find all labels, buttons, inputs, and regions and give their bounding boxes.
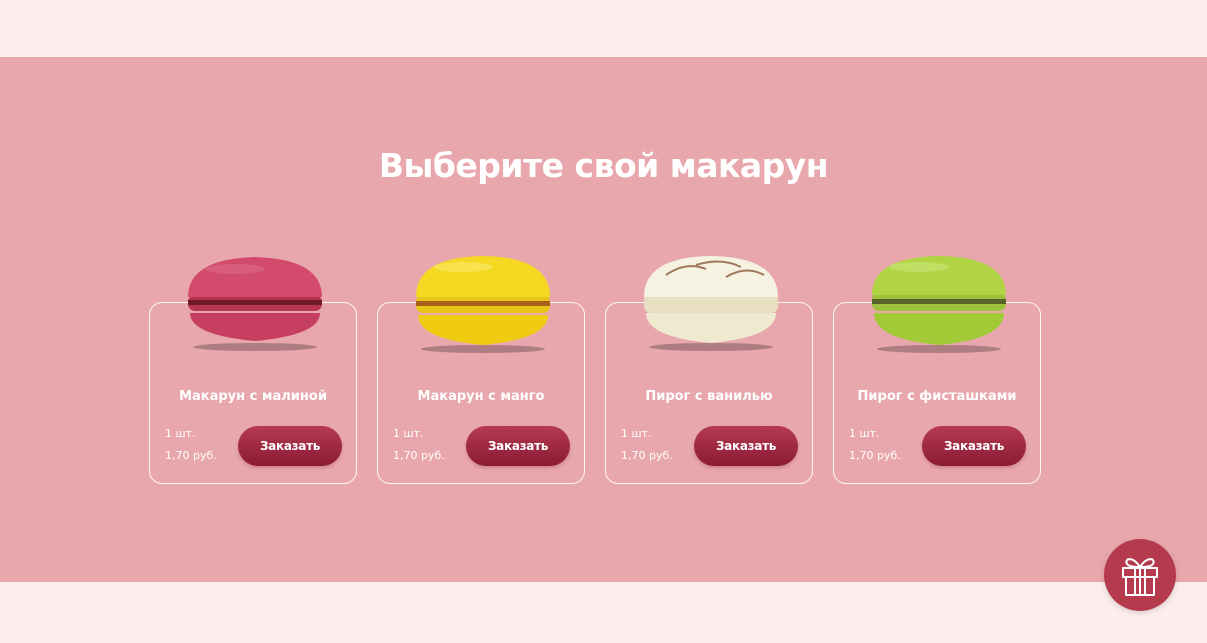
order-button[interactable]: Заказать [922, 426, 1026, 466]
product-quantity: 1 шт. [165, 427, 196, 440]
pistachio-macaron-image [872, 256, 1006, 353]
macaron-selection-section: Выберите свой макарун Макарун с малиной … [0, 57, 1207, 582]
order-button[interactable]: Заказать [238, 426, 342, 466]
product-card-vanilla: Пирог с ванилью 1 шт. 1,70 руб. Заказать [605, 256, 813, 484]
order-button[interactable]: Заказать [466, 426, 570, 466]
product-title: Пирог с фисташками [857, 389, 1017, 404]
vanilla-macaron-image [644, 256, 778, 351]
product-title: Макарун с малиной [179, 389, 327, 404]
product-title: Макарун с манго [417, 389, 545, 404]
gift-button[interactable] [1104, 539, 1176, 611]
product-price: 1,70 руб. [849, 449, 901, 462]
product-quantity: 1 шт. [393, 427, 424, 440]
mango-macaron-image [416, 256, 550, 353]
product-quantity: 1 шт. [621, 427, 652, 440]
section-title: Выберите свой макарун [378, 146, 829, 185]
order-button[interactable]: Заказать [694, 426, 798, 466]
product-card-mango: Макарун с манго 1 шт. 1,70 руб. Заказать [377, 256, 585, 484]
gift-icon [1122, 558, 1158, 596]
product-card-raspberry: Макарун с малиной 1 шт. 1,70 руб. Заказа… [149, 257, 357, 484]
product-title: Пирог с ванилью [645, 389, 773, 404]
product-price: 1,70 руб. [165, 449, 217, 462]
product-card-pistachio: Пирог с фисташками 1 шт. 1,70 руб. Заказ… [833, 256, 1041, 484]
raspberry-macaron-image [188, 257, 322, 351]
product-quantity: 1 шт. [849, 427, 880, 440]
product-price: 1,70 руб. [621, 449, 673, 462]
product-price: 1,70 руб. [393, 449, 445, 462]
